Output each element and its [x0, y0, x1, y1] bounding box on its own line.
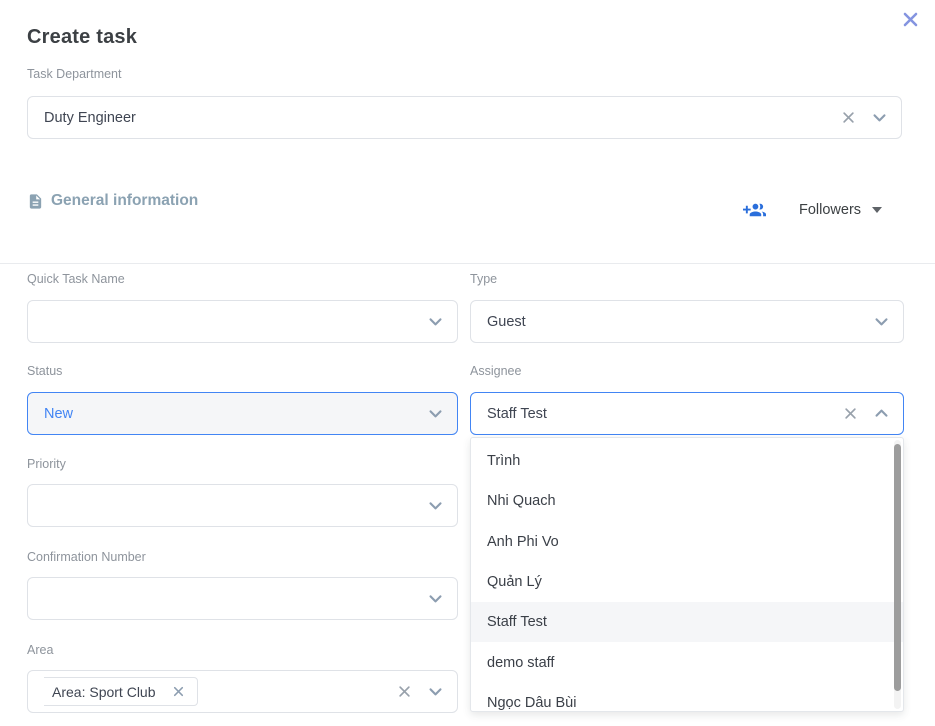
clear-icon[interactable]: [843, 406, 858, 421]
assignee-option[interactable]: Ngọc Dâu Bùi: [471, 683, 903, 712]
chevron-down-icon[interactable]: [427, 590, 444, 607]
priority-label: Priority: [27, 457, 66, 471]
chevron-down-icon[interactable]: [871, 109, 888, 126]
area-select[interactable]: Area: Sport Club: [27, 670, 458, 713]
assignee-option[interactable]: Anh Phi Vo: [471, 522, 903, 562]
assignee-select[interactable]: Staff Test: [470, 392, 904, 435]
section-title: General information: [51, 192, 198, 210]
chevron-down-icon[interactable]: [873, 313, 890, 330]
chevron-down-icon[interactable]: [427, 683, 444, 700]
assignee-options-list: Trình Nhi Quach Anh Phi Vo Quản Lý Staff…: [470, 437, 904, 712]
task-department-value: Duty Engineer: [44, 110, 841, 126]
assignee-option[interactable]: demo staff: [471, 642, 903, 682]
area-chip-value: Area: Sport Club: [52, 684, 156, 700]
page-title: Create task: [27, 26, 137, 49]
status-value: New: [44, 406, 427, 422]
followers-dropdown-button[interactable]: Followers: [799, 202, 882, 218]
close-icon[interactable]: [899, 8, 921, 30]
quick-task-name-label: Quick Task Name: [27, 272, 125, 286]
scrollbar-thumb[interactable]: [894, 444, 901, 691]
confirmation-number-label: Confirmation Number: [27, 550, 146, 564]
general-information-section: General information: [27, 192, 198, 210]
assignee-option[interactable]: Nhi Quach: [471, 481, 903, 521]
caret-down-icon: [872, 207, 882, 213]
type-select[interactable]: Guest: [470, 300, 904, 343]
task-department-select[interactable]: Duty Engineer: [27, 96, 902, 139]
chevron-down-icon[interactable]: [427, 405, 444, 422]
followers-label: Followers: [799, 202, 861, 218]
assignee-option[interactable]: Quản Lý: [471, 562, 903, 602]
document-icon: [27, 193, 44, 210]
chevron-up-icon[interactable]: [873, 405, 890, 422]
assignee-label: Assignee: [470, 364, 521, 378]
area-label: Area: [27, 643, 53, 657]
clear-icon[interactable]: [841, 110, 856, 125]
type-label: Type: [470, 272, 497, 286]
create-task-modal: Create task Task Department Duty Enginee…: [0, 0, 935, 726]
status-label: Status: [27, 364, 62, 378]
status-select[interactable]: New: [27, 392, 458, 435]
assignee-value: Staff Test: [487, 406, 843, 422]
add-followers-icon[interactable]: [741, 199, 769, 223]
quick-task-name-select[interactable]: [27, 300, 458, 343]
section-divider: [0, 263, 935, 264]
chevron-down-icon[interactable]: [427, 313, 444, 330]
clear-icon[interactable]: [397, 684, 412, 699]
task-department-label: Task Department: [27, 67, 121, 81]
area-chip[interactable]: Area: Sport Club: [44, 677, 198, 706]
type-value: Guest: [487, 314, 873, 330]
assignee-option[interactable]: Trình: [471, 441, 903, 481]
remove-chip-icon[interactable]: [172, 685, 185, 698]
assignee-option-selected[interactable]: Staff Test: [471, 602, 903, 642]
chevron-down-icon[interactable]: [427, 497, 444, 514]
confirmation-number-select[interactable]: [27, 577, 458, 620]
priority-select[interactable]: [27, 484, 458, 527]
